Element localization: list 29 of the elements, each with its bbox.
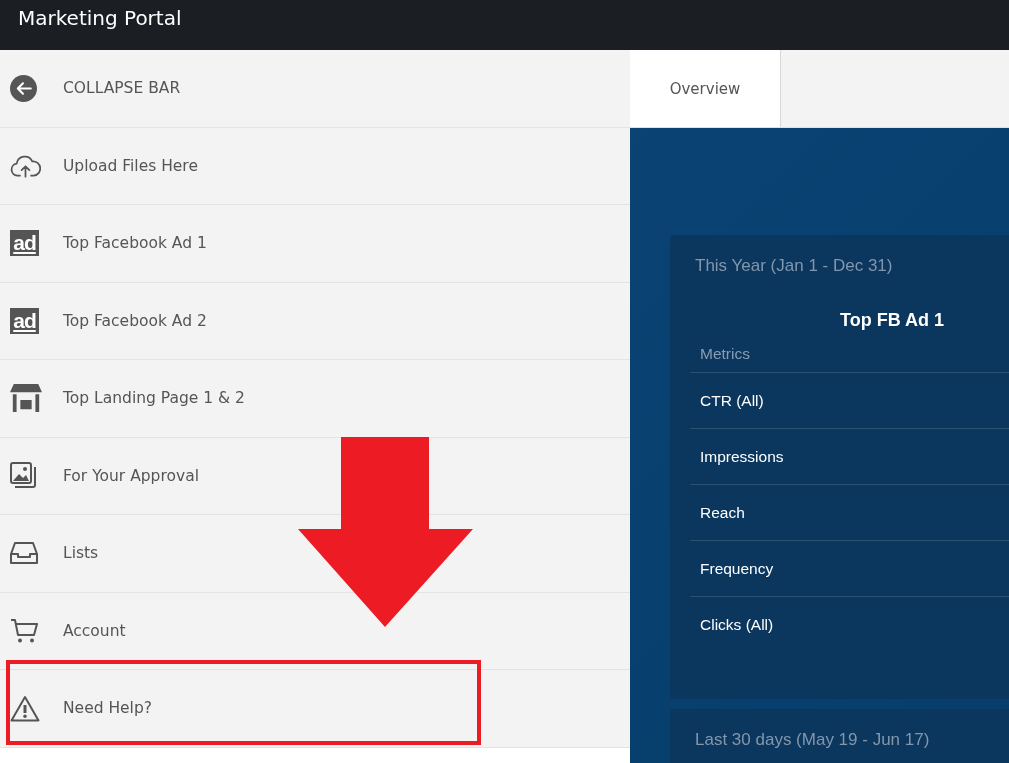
- sidebar-item[interactable]: COLLAPSE BAR: [10, 73, 181, 104]
- overview-tab[interactable]: Overview: [630, 50, 781, 127]
- images-icon: [10, 461, 38, 490]
- card-title: This Year (Jan 1 - Dec 31): [694, 256, 893, 276]
- sidebar-item[interactable]: Lists: [10, 538, 99, 569]
- sidebar-item[interactable]: Need Help?: [10, 693, 152, 724]
- sidebar-item[interactable]: Account: [10, 615, 126, 646]
- cart-icon: [10, 617, 38, 644]
- metric-label: Frequency: [700, 558, 774, 579]
- ad-badge: ad: [10, 230, 39, 257]
- column-header: Metrics: [700, 345, 750, 362]
- metric-label: CTR (All): [700, 390, 764, 411]
- metric-label: Clicks (All): [700, 614, 774, 635]
- card-title: Last 30 days (May 19 - Jun 17): [694, 730, 930, 750]
- metric-label: Reach: [700, 502, 745, 523]
- sidebar-item[interactable]: For Your Approval: [10, 460, 199, 491]
- metric-label: Impressions: [700, 446, 784, 467]
- storefront-icon: [10, 383, 42, 414]
- ad-badge: ad: [10, 307, 39, 334]
- sidebar-item[interactable]: Upload Files Here: [10, 150, 198, 181]
- left-arrow-circle-icon: [10, 74, 37, 102]
- cloud-upload-icon: [10, 153, 41, 178]
- app-title: Marketing Portal: [18, 6, 182, 30]
- sidebar-item[interactable]: ad Top Facebook Ad 1: [10, 228, 207, 259]
- sidebar-item[interactable]: ad Top Facebook Ad 2: [10, 305, 207, 336]
- sidebar-item[interactable]: Top Landing Page 1 & 2: [10, 383, 245, 414]
- inbox-tray-icon: [10, 541, 38, 566]
- warning-icon: [10, 694, 40, 722]
- column-heading: Top FB Ad 1: [840, 309, 944, 331]
